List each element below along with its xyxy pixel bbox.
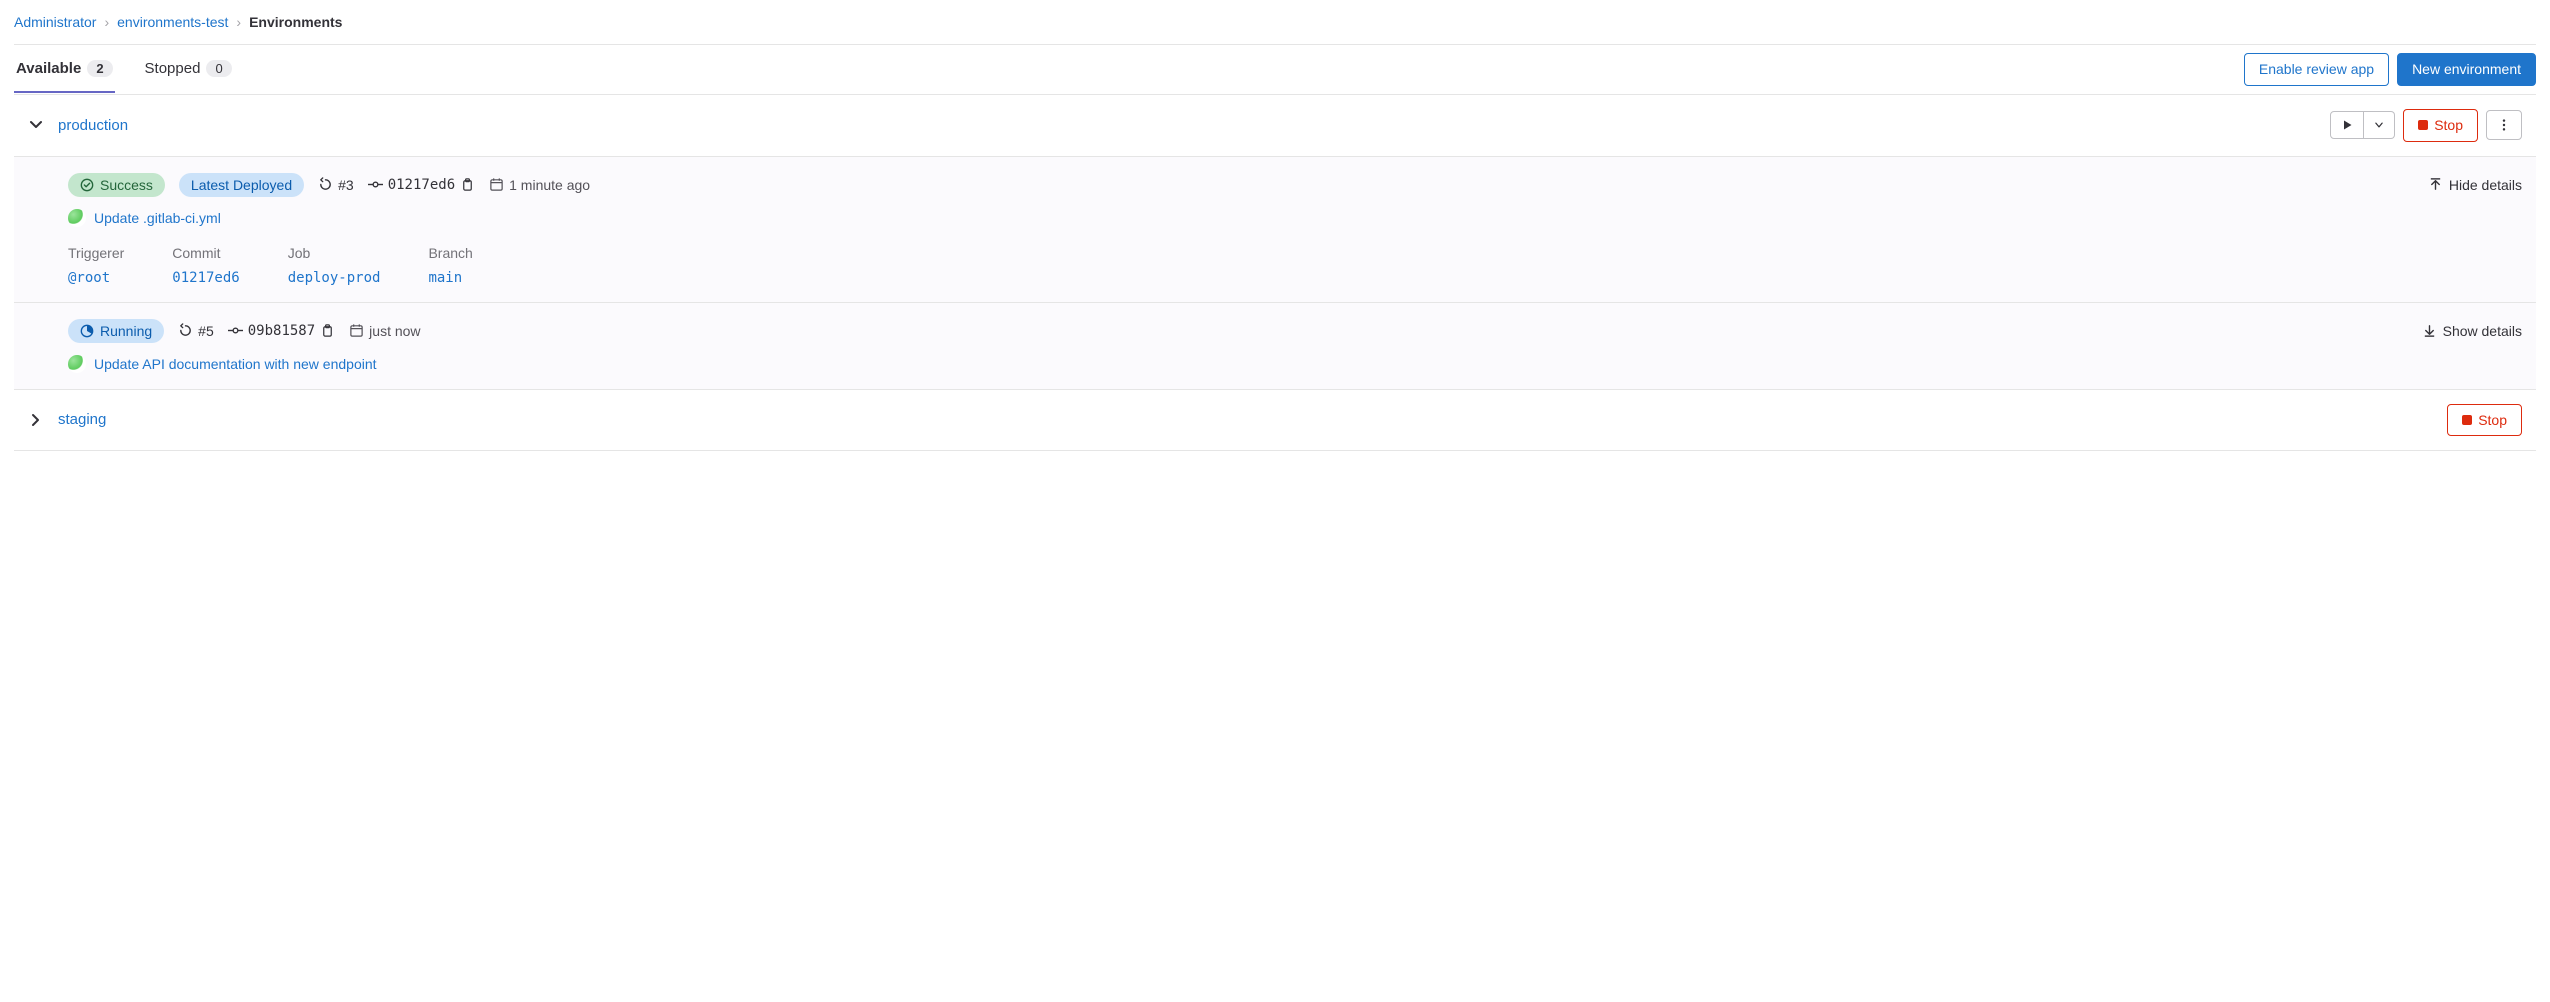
deployment-time: 1 minute ago	[489, 177, 590, 193]
job-link[interactable]: deploy-prod	[288, 270, 381, 286]
copy-icon[interactable]	[460, 177, 475, 192]
running-icon	[80, 324, 94, 338]
details-toggle-label: Show details	[2443, 323, 2522, 339]
iteration-link[interactable]: #5	[178, 323, 214, 339]
commit-message-link[interactable]: Update API documentation with new endpoi…	[94, 356, 377, 372]
status-badge[interactable]: Success	[68, 173, 165, 197]
stop-icon	[2418, 120, 2428, 130]
iteration-link[interactable]: #3	[318, 177, 354, 193]
new-environment-button[interactable]: New environment	[2397, 53, 2536, 86]
check-circle-icon	[80, 178, 94, 192]
breadcrumb-current: Environments	[249, 14, 342, 30]
branch-link[interactable]: main	[428, 270, 462, 286]
status-badge[interactable]: Running	[68, 319, 164, 343]
environment-name-link[interactable]: production	[58, 117, 128, 134]
commit-link[interactable]: 01217ed6	[172, 270, 239, 286]
commit-icon	[368, 177, 383, 192]
deployment-details: Triggerer @root Commit 01217ed6 Job depl…	[68, 245, 2522, 286]
copy-icon[interactable]	[320, 323, 335, 338]
deployment-time: just now	[349, 323, 420, 339]
iteration-number: #5	[198, 323, 214, 339]
arrow-down-icon	[2422, 323, 2437, 338]
play-button[interactable]	[2330, 111, 2364, 139]
tab-label: Available	[16, 60, 81, 77]
stop-environment-button[interactable]: Stop	[2403, 109, 2478, 142]
retry-icon	[178, 323, 193, 338]
commit-sha[interactable]: 01217ed6	[368, 177, 475, 193]
arrow-up-icon	[2428, 177, 2443, 192]
iteration-number: #3	[338, 177, 354, 193]
time-text: just now	[369, 323, 420, 339]
status-label: Success	[100, 177, 153, 193]
time-text: 1 minute ago	[509, 177, 590, 193]
environment-row: staging Stop	[14, 390, 2536, 452]
environment-kebab-button[interactable]	[2486, 110, 2522, 140]
retry-icon	[318, 177, 333, 192]
status-label: Running	[100, 323, 152, 339]
stop-label: Stop	[2434, 117, 2463, 134]
play-dropdown-button[interactable]	[2364, 111, 2395, 139]
calendar-icon	[349, 323, 364, 338]
stop-environment-button[interactable]: Stop	[2447, 404, 2522, 437]
tab-stopped[interactable]: Stopped 0	[143, 46, 234, 93]
tab-label: Stopped	[145, 60, 201, 77]
tabs: Available 2 Stopped 0	[14, 46, 234, 93]
stop-icon	[2462, 415, 2472, 425]
stop-label: Stop	[2478, 412, 2507, 429]
environment-name-link[interactable]: staging	[58, 411, 106, 428]
avatar	[68, 355, 86, 373]
branch-label: Branch	[428, 245, 472, 261]
job-label: Job	[288, 245, 381, 261]
calendar-icon	[489, 177, 504, 192]
commit-message-link[interactable]: Update .gitlab-ci.yml	[94, 210, 221, 226]
triggerer-label: Triggerer	[68, 245, 124, 261]
avatar	[68, 209, 86, 227]
breadcrumb: Administrator › environments-test › Envi…	[14, 8, 2536, 44]
commit-icon	[228, 323, 243, 338]
deployment-card: Success Latest Deployed #3 01217ed6	[14, 157, 2536, 303]
commit-label: Commit	[172, 245, 239, 261]
chevron-right-icon[interactable]	[28, 412, 44, 428]
latest-deployed-badge: Latest Deployed	[179, 173, 304, 197]
hide-details-toggle[interactable]: Hide details	[2428, 177, 2522, 193]
deployment-card: Running #5 09b81587	[14, 303, 2536, 390]
tab-count: 2	[87, 60, 112, 77]
triggerer-link[interactable]: @root	[68, 270, 110, 286]
chevron-right-icon: ›	[104, 14, 109, 30]
commit-sha[interactable]: 09b81587	[228, 323, 335, 339]
chevron-right-icon: ›	[236, 14, 241, 30]
sha-short: 01217ed6	[388, 177, 455, 193]
tab-available[interactable]: Available 2	[14, 46, 115, 93]
sha-short: 09b81587	[248, 323, 315, 339]
breadcrumb-project[interactable]: environments-test	[117, 14, 228, 30]
chevron-down-icon[interactable]	[28, 117, 44, 133]
enable-review-app-button[interactable]: Enable review app	[2244, 53, 2389, 86]
environment-row: production Stop	[14, 95, 2536, 157]
breadcrumb-root[interactable]: Administrator	[14, 14, 96, 30]
show-details-toggle[interactable]: Show details	[2422, 323, 2522, 339]
details-toggle-label: Hide details	[2449, 177, 2522, 193]
tab-count: 0	[206, 60, 231, 77]
